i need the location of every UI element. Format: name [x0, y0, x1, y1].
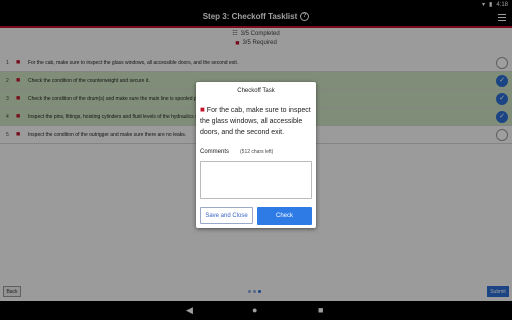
save-and-close-button[interactable]: Save and Close — [200, 207, 253, 224]
dialog-title: Checkoff Task — [237, 88, 275, 94]
chars-left: (512 chars left) — [240, 149, 274, 155]
required-icon: ■ — [200, 105, 205, 114]
checkoff-dialog: Checkoff Task ■ For the cab, make sure t… — [196, 82, 316, 228]
comments-input[interactable] — [200, 161, 312, 199]
check-button[interactable]: Check — [257, 207, 312, 225]
comments-label: Comments — [200, 149, 230, 155]
dialog-task: ■ For the cab, make sure to inspect the … — [200, 104, 312, 138]
dialog-task-text: For the cab, make sure to inspect the gl… — [200, 107, 311, 136]
